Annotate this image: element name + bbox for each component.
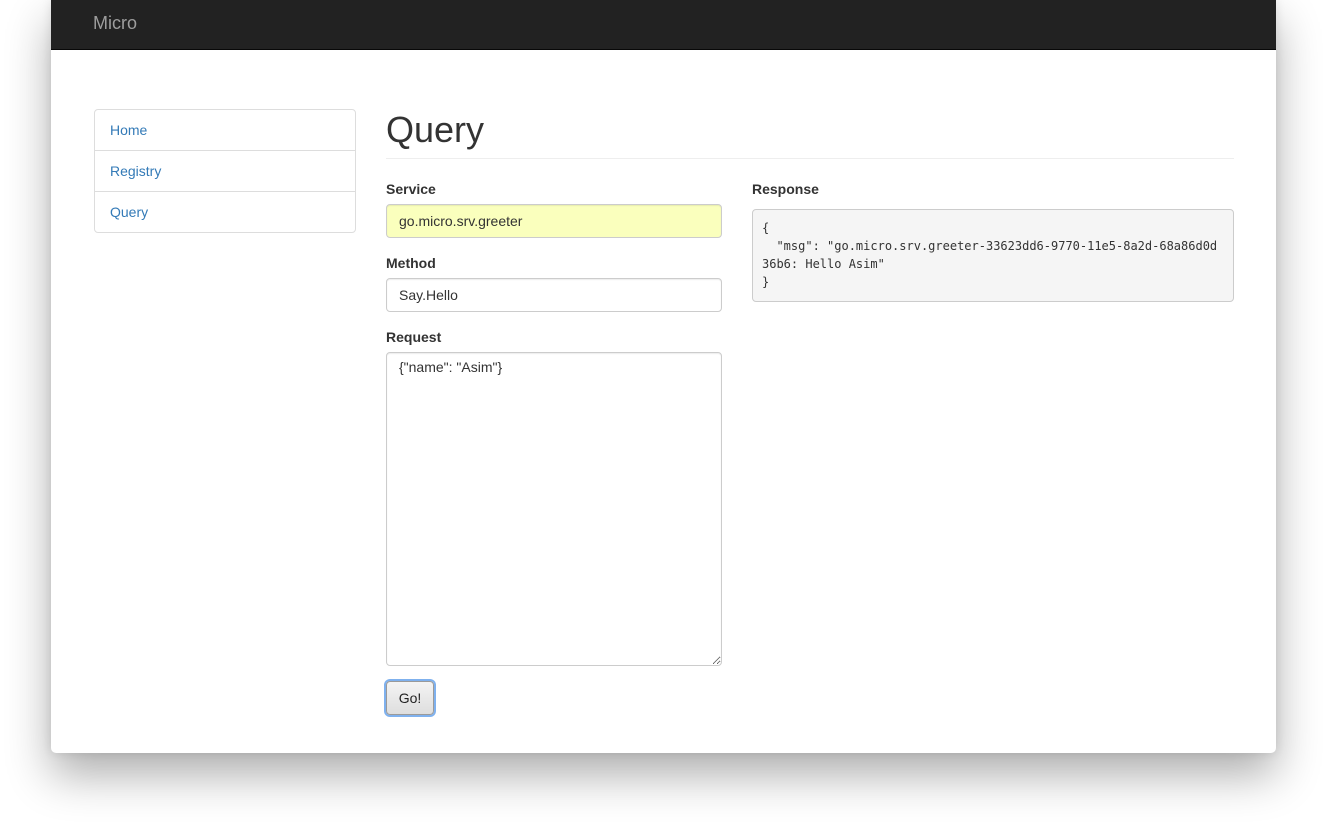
service-label: Service: [386, 181, 436, 197]
sidebar-item-query[interactable]: Query: [95, 192, 355, 232]
sidebar-item-registry[interactable]: Registry: [95, 151, 355, 192]
request-textarea[interactable]: {"name": "Asim"}: [386, 352, 722, 666]
request-label: Request: [386, 329, 442, 345]
browser-window: Micro Home Registry Query Query Service …: [51, 0, 1276, 753]
sidebar-item-home[interactable]: Home: [95, 110, 355, 151]
sidebar-nav: Home Registry Query: [94, 109, 356, 233]
go-button[interactable]: Go!: [386, 681, 434, 715]
method-input[interactable]: [386, 278, 722, 312]
top-navbar: Micro: [51, 0, 1276, 50]
method-label: Method: [386, 255, 436, 271]
service-input[interactable]: [386, 204, 722, 238]
title-divider: [386, 158, 1234, 159]
page-title: Query: [386, 109, 485, 150]
brand-link[interactable]: Micro: [93, 13, 137, 34]
response-label: Response: [752, 181, 819, 197]
response-output: { "msg": "go.micro.srv.greeter-33623dd6-…: [752, 209, 1234, 302]
